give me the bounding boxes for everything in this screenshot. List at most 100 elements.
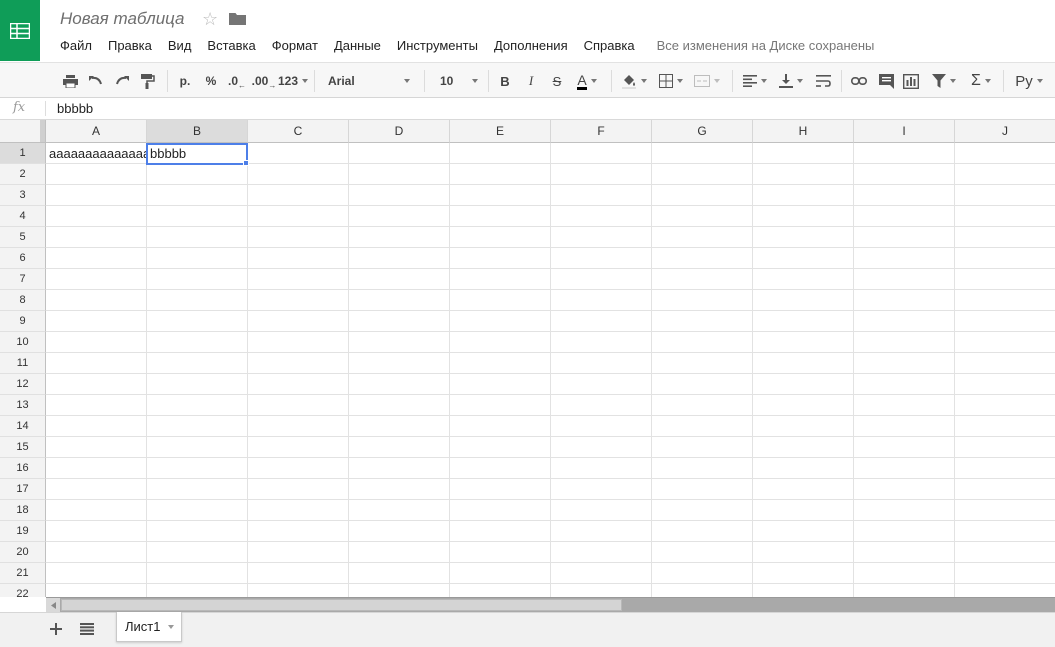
chevron-down-icon [302,79,309,83]
star-icon[interactable]: ☆ [202,9,218,29]
scrollbar-thumb[interactable] [61,599,622,611]
undo-icon[interactable] [86,69,106,93]
row-header-4[interactable]: 4 [0,206,46,227]
row-header-2[interactable]: 2 [0,164,46,185]
row-header-10[interactable]: 10 [0,332,46,353]
increase-decimals-button[interactable]: .00 → [251,69,277,93]
italic-button[interactable]: I [521,69,541,93]
row-header-11[interactable]: 11 [0,353,46,374]
menu-edit[interactable]: Правка [100,36,160,56]
functions-button[interactable]: Σ [965,69,997,93]
row-header-9[interactable]: 9 [0,311,46,332]
row-header-18[interactable]: 18 [0,500,46,521]
row-header-16[interactable]: 16 [0,458,46,479]
row-header-20[interactable]: 20 [0,542,46,563]
merge-cells-button[interactable] [690,69,724,93]
row-header-5[interactable]: 5 [0,227,46,248]
chevron-down-icon [950,79,956,83]
paint-format-icon[interactable] [138,69,158,93]
column-gridline [449,143,450,597]
row-gridline [46,457,1055,458]
menu-data[interactable]: Данные [326,36,389,56]
print-icon[interactable] [60,69,80,93]
sheet-tab[interactable]: Лист1 [116,612,182,642]
column-gridline [348,143,349,597]
column-header-b[interactable]: B [147,120,248,143]
text-wrap-button[interactable] [812,69,834,93]
folder-icon[interactable] [229,12,246,31]
currency-format-button[interactable]: р. [174,69,196,93]
menu-addons[interactable]: Дополнения [486,36,576,56]
column-header-j[interactable]: J [955,120,1055,143]
document-title[interactable]: Новая таблица [60,9,185,29]
row-header-22[interactable]: 22 [0,584,46,597]
menu-view[interactable]: Вид [160,36,200,56]
column-header-e[interactable]: E [450,120,551,143]
font-family-dropdown[interactable]: Arial [320,69,416,93]
row-header-1[interactable]: 1 [0,143,46,164]
menu-help[interactable]: Справка [576,36,643,56]
formula-input[interactable]: bbbbb [57,101,93,116]
row-header-13[interactable]: 13 [0,395,46,416]
freeze-handle[interactable] [40,120,45,142]
insert-comment-icon[interactable] [875,69,897,93]
bold-button[interactable]: B [495,69,515,93]
menu-file[interactable]: Файл [52,36,100,56]
row-header-7[interactable]: 7 [0,269,46,290]
horizontal-scrollbar[interactable] [46,597,1055,612]
sheets-logo[interactable] [0,0,40,61]
toolbar-divider [314,70,315,92]
number-format-dropdown[interactable]: 123 [276,69,310,93]
number-format-label: 123 [277,74,299,88]
borders-button[interactable] [655,69,687,93]
spreadsheet-grid[interactable]: ABCDEFGHIJ 1 2 3 4 5 6 7 8 9 10 11 12 13 14 15 16 17 18 19… [0,120,1055,597]
vertical-align-button[interactable] [775,69,807,93]
row-header-8[interactable]: 8 [0,290,46,311]
menu-tools[interactable]: Инструменты [389,36,486,56]
menu-format[interactable]: Формат [264,36,326,56]
filter-button[interactable] [926,69,962,93]
text-color-button[interactable]: A [570,69,604,93]
row-header-15[interactable]: 15 [0,437,46,458]
fill-color-button[interactable] [617,69,651,93]
decrease-decimals-button[interactable]: .0 ← [225,69,249,93]
horizontal-align-button[interactable] [739,69,771,93]
all-sheets-icon[interactable] [80,622,96,638]
column-header-f[interactable]: F [551,120,652,143]
add-sheet-icon[interactable] [48,621,64,637]
strikethrough-button[interactable]: S [547,69,567,93]
column-gridline [651,143,652,597]
percent-format-button[interactable]: % [201,69,221,93]
chevron-down-icon[interactable] [168,624,175,629]
chevron-down-icon [1036,79,1043,83]
row-header-17[interactable]: 17 [0,479,46,500]
column-header-h[interactable]: H [753,120,854,143]
row-gridline [46,247,1055,248]
fill-handle[interactable] [243,160,249,166]
insert-link-icon[interactable] [848,69,870,93]
input-tools-button[interactable]: Ру [1009,69,1049,93]
select-all-corner[interactable] [0,120,46,143]
fx-icon: fx [13,100,26,115]
input-tools-label: Ру [1015,72,1033,90]
menu-insert[interactable]: Вставка [199,36,263,56]
font-size-dropdown[interactable]: 10 [432,69,482,93]
insert-chart-icon[interactable] [900,69,922,93]
cell-a1[interactable]: aaaaaaaaaaaaaa [49,144,146,164]
row-header-6[interactable]: 6 [0,248,46,269]
row-header-14[interactable]: 14 [0,416,46,437]
row-header-21[interactable]: 21 [0,563,46,584]
save-status[interactable]: Все изменения на Диске сохранены [643,36,875,56]
column-header-d[interactable]: D [349,120,450,143]
redo-icon[interactable] [112,69,132,93]
row-gridline [46,562,1055,563]
row-header-19[interactable]: 19 [0,521,46,542]
row-header-12[interactable]: 12 [0,374,46,395]
column-header-a[interactable]: A [46,120,147,143]
column-header-g[interactable]: G [652,120,753,143]
column-header-i[interactable]: I [854,120,955,143]
row-header-3[interactable]: 3 [0,185,46,206]
scroll-left-icon[interactable] [46,598,60,612]
column-header-c[interactable]: C [248,120,349,143]
active-cell-selection[interactable] [146,143,248,165]
